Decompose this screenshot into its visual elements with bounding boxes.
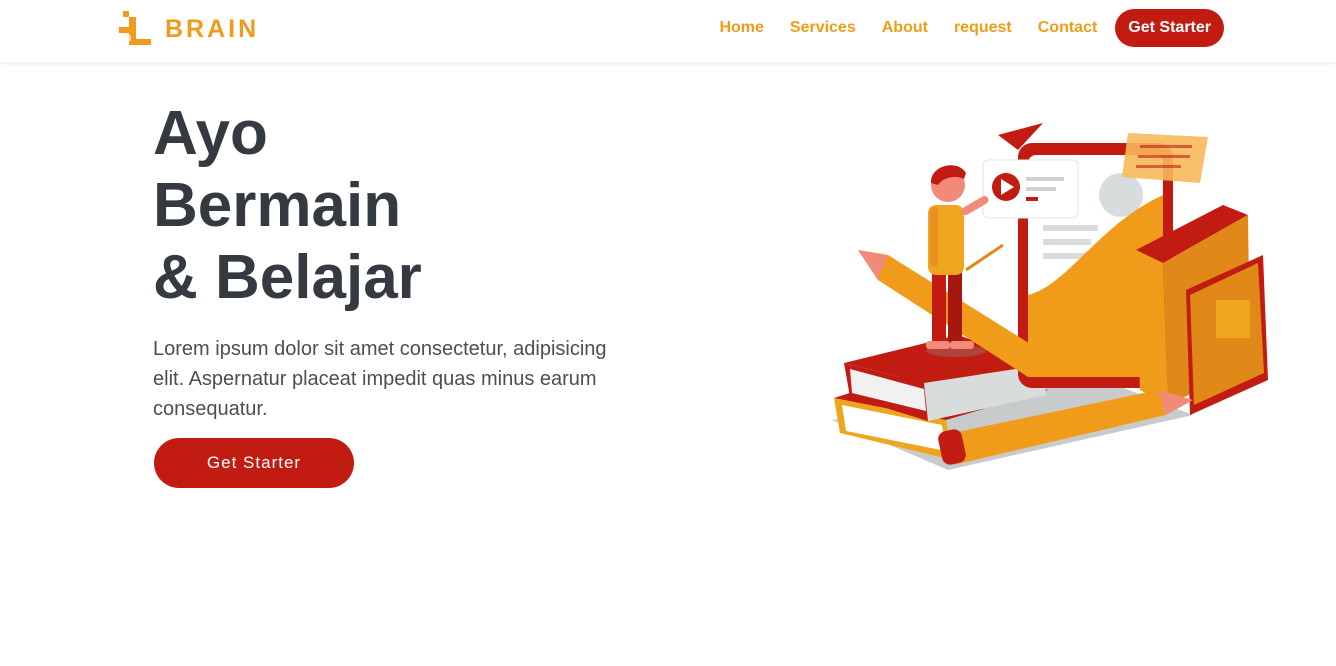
- brain-logo-icon: [119, 11, 151, 45]
- brand[interactable]: BRAIN: [117, 9, 259, 49]
- nav-request-link[interactable]: request: [954, 19, 1012, 37]
- nav-home-link[interactable]: Home: [719, 19, 763, 37]
- hero-title: Ayo Bermain & Belajar: [153, 98, 422, 314]
- hero-get-starter-button[interactable]: Get Starter: [154, 438, 354, 488]
- hero-title-line-2: Bermain: [153, 171, 402, 240]
- navbar: BRAIN Home Services About request Contac…: [0, 0, 1336, 62]
- education-illustration: [832, 123, 1268, 470]
- hero-title-line-3: & Belajar: [153, 243, 422, 312]
- brand-name: BRAIN: [165, 14, 260, 43]
- nav-about-link[interactable]: About: [882, 19, 928, 37]
- hero-description: Lorem ipsum dolor sit amet consectetur, …: [153, 338, 607, 420]
- nav-contact-link[interactable]: Contact: [1038, 19, 1098, 37]
- nav-get-starter-button[interactable]: Get Starter: [1115, 9, 1224, 47]
- nav-services-link[interactable]: Services: [790, 19, 856, 37]
- nav-links: Home Services About request Contact Get …: [719, 9, 1224, 47]
- hero-title-line-1: Ayo: [153, 99, 268, 168]
